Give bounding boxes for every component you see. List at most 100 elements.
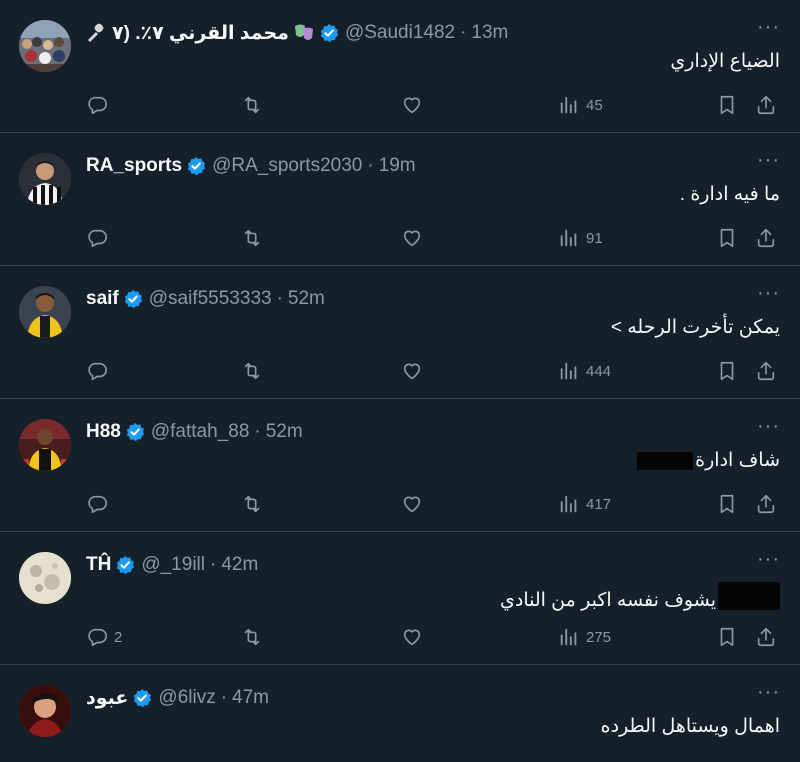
views-button[interactable]: 45 (558, 93, 603, 117)
share-icon (757, 95, 775, 115)
bookmark-icon (720, 228, 734, 248)
views-button[interactable]: 91 (558, 226, 603, 250)
display-name[interactable]: TĤ (86, 554, 111, 576)
more-icon[interactable]: ··· (757, 149, 780, 172)
reply-button[interactable] (86, 359, 114, 383)
retweet-button[interactable] (241, 625, 263, 649)
more-icon[interactable]: ··· (757, 415, 780, 438)
timestamp[interactable]: 42m (221, 554, 258, 576)
display-name-text: محمد القرني ٧٪. (٧ (112, 22, 289, 44)
timeline: محمد القرني ٧٪. (٧ @Saudi1482 · 13m ··· … (0, 0, 800, 762)
view-count: 444 (586, 362, 612, 380)
tweet-actions: 45 (86, 93, 782, 117)
share-button[interactable] (755, 625, 777, 649)
avatar[interactable] (19, 286, 71, 338)
retweet-button[interactable] (241, 226, 263, 250)
views-button[interactable]: 417 (558, 492, 611, 516)
retweet-button[interactable] (241, 93, 263, 117)
like-icon (403, 363, 421, 380)
reply-button[interactable] (86, 492, 114, 516)
separator-dot: · (254, 421, 261, 442)
retweet-button[interactable] (241, 359, 263, 383)
share-button[interactable] (755, 226, 777, 250)
verified-badge-icon (132, 688, 152, 708)
separator-dot: · (209, 554, 217, 575)
handle[interactable]: @6livz (158, 687, 215, 709)
verified-badge-icon (186, 156, 206, 176)
handle[interactable]: @_19ill (141, 554, 205, 576)
share-button[interactable] (755, 359, 777, 383)
view-count: 417 (586, 495, 612, 513)
avatar[interactable] (19, 552, 71, 604)
like-button[interactable] (401, 625, 423, 649)
handle[interactable]: @fattah_88 (151, 421, 250, 443)
views-icon (560, 96, 577, 114)
retweet-icon (244, 229, 260, 247)
view-count: 91 (586, 229, 603, 247)
bookmark-button[interactable] (716, 359, 738, 383)
handle[interactable]: @saif5553333 (149, 288, 272, 310)
display-name[interactable]: RA_sports (86, 155, 182, 177)
bookmark-icon (720, 361, 734, 381)
separator-dot: · (220, 687, 228, 708)
more-icon[interactable]: ··· (757, 16, 780, 39)
reply-icon (88, 362, 107, 381)
views-button[interactable]: 444 (558, 359, 611, 383)
tweet[interactable]: TĤ @_19ill · 42m ··· يشوف نفسه اكبر من ا… (0, 532, 800, 665)
bookmark-button[interactable] (716, 93, 738, 117)
tweet[interactable]: عبود @6livz · 47m ··· اهمال ويستاهل الطر… (0, 665, 800, 762)
share-icon (757, 361, 775, 381)
display-name[interactable]: محمد القرني ٧٪. (٧ (86, 22, 315, 45)
share-button[interactable] (755, 93, 777, 117)
like-button[interactable] (401, 226, 423, 250)
reply-button[interactable] (86, 226, 114, 250)
retweet-button[interactable] (241, 492, 263, 516)
tweet[interactable]: RA_sports @RA_sports2030 · 19m ··· ما في… (0, 133, 800, 266)
bookmark-button[interactable] (716, 226, 738, 250)
tweet-text: اهمال ويستاهل الطرده (600, 716, 780, 737)
share-icon (757, 494, 775, 514)
timestamp[interactable]: 52m (266, 421, 303, 443)
more-icon[interactable]: ··· (757, 282, 780, 305)
like-button[interactable] (401, 93, 423, 117)
more-icon[interactable]: ··· (757, 548, 780, 571)
like-button[interactable] (401, 492, 423, 516)
views-icon (560, 362, 577, 380)
views-icon (560, 229, 577, 247)
tweet[interactable]: محمد القرني ٧٪. (٧ @Saudi1482 · 13m ··· … (0, 0, 800, 133)
bookmark-button[interactable] (716, 625, 738, 649)
display-name[interactable]: saif (86, 288, 119, 310)
avatar[interactable] (19, 685, 71, 737)
reply-button[interactable]: 2 (86, 625, 122, 649)
tweet[interactable]: saif @saif5553333 · 52m ··· يمكن تأخرت ا… (0, 266, 800, 399)
display-name[interactable]: H88 (86, 421, 121, 443)
tweet-text: يمكن تأخرت الرحله > (610, 317, 780, 338)
tweet-text: يشوف نفسه اكبر من النادي (500, 582, 780, 612)
timestamp[interactable]: 19m (379, 155, 416, 177)
reply-button[interactable] (86, 93, 114, 117)
avatar[interactable] (19, 153, 71, 205)
views-button[interactable]: 275 (558, 625, 611, 649)
verified-badge-icon (125, 422, 145, 442)
handle[interactable]: @Saudi1482 (345, 22, 455, 44)
retweet-icon (244, 495, 260, 513)
tweet-actions: 417 (86, 492, 782, 516)
like-button[interactable] (401, 359, 423, 383)
bookmark-button[interactable] (716, 492, 738, 516)
tweet[interactable]: H88 @fattah_88 · 52m ··· شاف ادارة 417 (0, 399, 800, 532)
display-name[interactable]: عبود (86, 687, 128, 710)
microphone-icon (86, 23, 108, 43)
like-icon (403, 496, 421, 513)
avatar[interactable] (19, 419, 71, 471)
timestamp[interactable]: 13m (471, 22, 508, 44)
avatar[interactable] (19, 20, 71, 72)
retweet-icon (244, 362, 260, 380)
share-button[interactable] (755, 492, 777, 516)
more-icon[interactable]: ··· (757, 681, 780, 704)
verified-badge-icon (115, 555, 135, 575)
handle[interactable]: @RA_sports2030 (212, 155, 362, 177)
tweet-header: محمد القرني ٧٪. (٧ @Saudi1482 · 13m (86, 20, 508, 46)
bookmark-icon (720, 95, 734, 115)
timestamp[interactable]: 47m (232, 687, 269, 709)
timestamp[interactable]: 52m (288, 288, 325, 310)
